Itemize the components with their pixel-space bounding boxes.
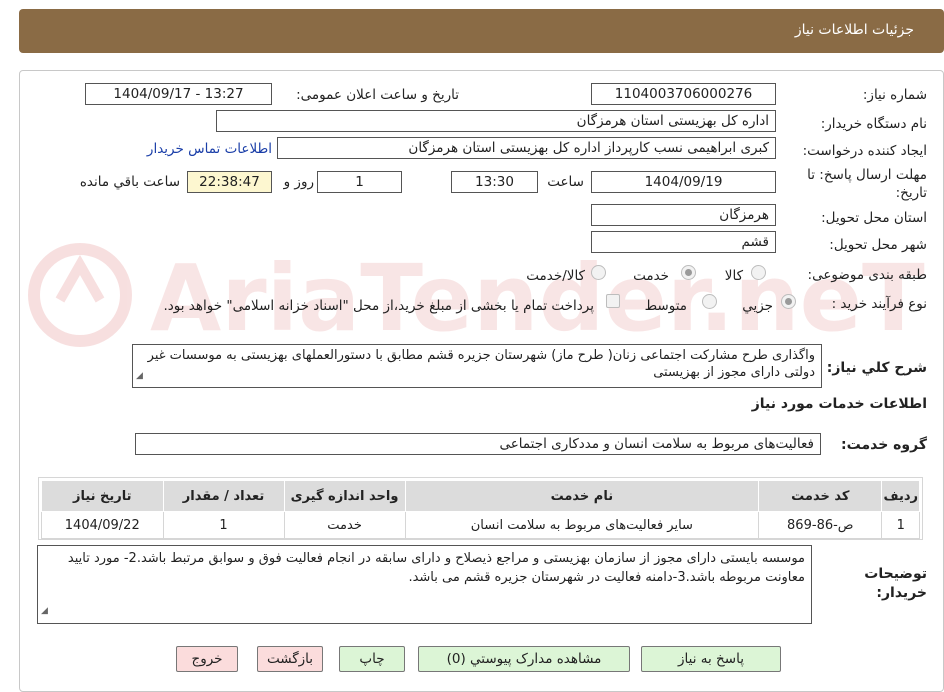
process-radio-minor[interactable]: [781, 294, 796, 309]
services-table: ردیف کد خدمت نام خدمت واحد اندازه گیری ت…: [41, 480, 920, 539]
exit-button[interactable]: خروج: [176, 646, 238, 672]
resize-grip-icon[interactable]: ◢: [136, 368, 143, 385]
page-title: جزئیات اطلاعات نیاز: [794, 22, 914, 38]
category-label: طبقه بندی موضوعی:: [807, 267, 927, 283]
cell-unit: خدمت: [283, 511, 406, 539]
deadline-date-field: 1404/09/19: [591, 171, 776, 193]
resize-grip-icon[interactable]: ◢: [41, 602, 48, 621]
deadline-label: مهلت ارسال پاسخ: تا تاریخ:: [807, 167, 927, 201]
reply-button[interactable]: پاسخ به نیاز: [641, 646, 781, 672]
process-option-minor: جزيي: [742, 298, 773, 314]
col-header-service-code: کد خدمت: [758, 480, 883, 512]
col-header-quantity: تعداد / مقدار: [162, 480, 285, 512]
category-option-service: خدمت: [633, 268, 669, 284]
table-row: 1 ص-86-869 سایر فعالیت‌های مربوط به سلام…: [41, 511, 920, 539]
cell-service-name: سایر فعالیت‌های مربوط به سلامت انسان: [404, 511, 760, 539]
process-type-label: نوع فرآیند خرید :: [831, 296, 927, 312]
cell-service-code: ص-86-869: [758, 511, 883, 539]
col-header-unit: واحد اندازه گیری: [283, 480, 406, 512]
services-section-title: اطلاعات خدمات مورد نیاز: [751, 396, 927, 412]
view-attachments-button[interactable]: مشاهده مدارک پیوستي (0): [418, 646, 630, 672]
city-field: قشم: [591, 231, 776, 253]
cell-quantity: 1: [162, 511, 285, 539]
city-label: شهر محل تحویل:: [829, 237, 927, 253]
category-option-goods: کالا: [724, 268, 743, 284]
announce-field: 1404/09/17 - 13:27: [85, 83, 272, 105]
print-button[interactable]: چاپ: [339, 646, 405, 672]
col-header-service-name: نام خدمت: [404, 480, 760, 512]
buyer-notes-text: موسسه بایستی دارای مجوز از سازمان بهزیست…: [67, 551, 805, 585]
cell-need-date: 1404/09/22: [41, 511, 164, 539]
description-textarea: واگذاری طرح مشارکت اجتماعی زنان( طرح ماز…: [132, 344, 822, 388]
process-radio-medium[interactable]: [702, 294, 717, 309]
category-radio-goods-service[interactable]: [591, 265, 606, 280]
province-field: هرمزگان: [591, 204, 776, 226]
requester-label: ایجاد کننده درخواست:: [802, 143, 927, 159]
back-button[interactable]: بازگشت: [257, 646, 323, 672]
province-label: استان محل تحویل:: [821, 210, 927, 226]
buyer-notes-textarea: موسسه بایستی دارای مجوز از سازمان بهزیست…: [37, 545, 812, 624]
description-label: شرح کلي نیاز:: [826, 360, 927, 376]
need-number-field: 1104003706000276: [591, 83, 776, 105]
service-group-label: گروه خدمت:: [841, 437, 927, 453]
treasury-payment-note: پرداخت تمام یا بخشی از مبلغ خرید،از محل …: [163, 298, 594, 314]
category-option-goods-service: کالا/خدمت: [526, 268, 585, 284]
remaining-time-field: 22:38:47: [187, 171, 272, 193]
col-header-need-date: تاریخ نیاز: [41, 480, 164, 512]
process-option-medium: متوسط: [644, 298, 687, 314]
category-radio-service[interactable]: [681, 265, 696, 280]
page-header: جزئیات اطلاعات نیاز: [19, 9, 944, 53]
buyer-notes-label: توضیحات خریدار:: [864, 566, 927, 601]
remaining-time-label: ساعت باقي مانده: [79, 174, 180, 190]
services-table-frame: ردیف کد خدمت نام خدمت واحد اندازه گیری ت…: [38, 477, 923, 540]
need-number-label: شماره نیاز:: [862, 87, 927, 103]
treasury-payment-checkbox[interactable]: [606, 294, 620, 308]
announce-label: تاریخ و ساعت اعلان عمومی:: [296, 87, 459, 103]
deadline-time-field: 13:30: [451, 171, 538, 193]
cell-row-number: 1: [881, 511, 920, 539]
days-label: روز و: [283, 174, 314, 190]
buyer-contact-link[interactable]: اطلاعات تماس خریدار: [147, 141, 272, 157]
requester-field: کبری ابراهیمی نسب کارپرداز اداره کل بهزی…: [277, 137, 776, 159]
col-header-row: ردیف: [881, 480, 920, 512]
buyer-org-label: نام دستگاه خریدار:: [820, 116, 927, 132]
service-group-field: فعالیت‌های مربوط به سلامت انسان و مددکار…: [135, 433, 821, 455]
category-radio-goods[interactable]: [751, 265, 766, 280]
days-field: 1: [317, 171, 402, 193]
buyer-org-field: اداره کل بهزیستی استان هرمزگان: [216, 110, 776, 132]
deadline-time-label: ساعت: [547, 174, 584, 190]
description-text: واگذاری طرح مشارکت اجتماعی زنان( طرح ماز…: [147, 348, 815, 380]
